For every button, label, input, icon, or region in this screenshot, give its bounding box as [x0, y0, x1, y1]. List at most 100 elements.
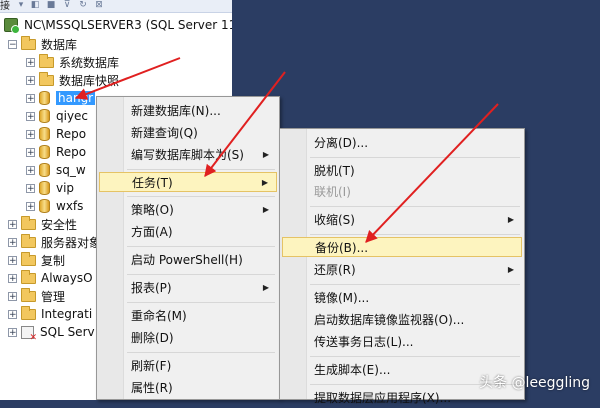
folder-icon — [21, 35, 36, 50]
expand-icon[interactable]: + — [26, 111, 35, 121]
menu-item-label: 报表(P) — [131, 281, 172, 295]
management-label: 管理 — [41, 289, 66, 304]
database-icon — [39, 163, 50, 177]
alwayson-label: AlwaysO — [41, 271, 93, 285]
tree-integration-node[interactable]: + Integrati — [8, 305, 92, 323]
menu-item-ship-logs[interactable]: 传送事务日志(L)... — [282, 332, 522, 352]
menu-item-new-query[interactable]: 新建查询(Q) — [99, 123, 277, 143]
expand-icon[interactable]: + — [8, 291, 17, 301]
database-icon — [39, 199, 50, 213]
menu-item-backup[interactable]: 备份(B)... — [282, 237, 522, 257]
stop-icon[interactable]: ■ — [46, 0, 56, 10]
connect-button[interactable]: 接 — [0, 0, 10, 12]
menu-item-label: 属性(R) — [131, 381, 173, 395]
menu-item-refresh[interactable]: 刷新(F) — [99, 356, 277, 376]
tree-security-node[interactable]: + 安全性 — [8, 215, 77, 233]
expand-icon[interactable]: + — [26, 57, 35, 67]
menu-item-label: 删除(D) — [131, 331, 174, 345]
menu-item-powershell[interactable]: 启动 PowerShell(H) — [99, 250, 277, 270]
expand-icon[interactable]: + — [8, 219, 17, 229]
snapshot-label: 数据库快照 — [59, 73, 120, 88]
menu-separator — [310, 206, 520, 207]
menu-item-label: 编写数据库脚本为(S) — [131, 148, 244, 162]
menu-item-delete[interactable]: 删除(D) — [99, 328, 277, 348]
tree-db-node[interactable]: + wxfs — [26, 197, 83, 215]
menu-item-label: 方面(A) — [131, 225, 173, 239]
submenu-arrow-icon: ▶ — [261, 178, 268, 187]
expand-icon[interactable]: + — [8, 237, 17, 247]
menu-item-label: 镜像(M)... — [314, 291, 370, 305]
expand-icon[interactable]: + — [8, 327, 17, 337]
tree-management-node[interactable]: + 管理 — [8, 287, 65, 305]
filter-icon[interactable]: ⊽ — [62, 0, 72, 10]
tree-server-objects-node[interactable]: + 服务器对象 — [8, 233, 101, 251]
folder-icon — [21, 233, 36, 248]
expand-icon[interactable]: + — [26, 183, 35, 193]
menu-item-rename[interactable]: 重命名(M) — [99, 306, 277, 326]
menu-item-label: 策略(O) — [131, 203, 174, 217]
tree-snapshot-node[interactable]: + 数据库快照 — [26, 71, 119, 89]
database-icon — [39, 127, 50, 141]
db-label: sq_w — [56, 163, 86, 177]
context-menu-database: 新建数据库(N)... 新建查询(Q) 编写数据库脚本为(S) ▶ 任务(T) … — [96, 96, 280, 400]
tree-db-node[interactable]: + hangr — [26, 89, 96, 107]
menu-item-label: 刷新(F) — [131, 359, 172, 373]
menu-item-label: 还原(R) — [314, 263, 356, 277]
menu-separator — [127, 196, 275, 197]
menu-item-label: 备份(B)... — [315, 241, 369, 255]
tree-databases-node[interactable]: − 数据库 — [8, 35, 77, 53]
tree-replication-node[interactable]: + 复制 — [8, 251, 65, 269]
menu-item-tasks[interactable]: 任务(T) ▶ — [99, 172, 277, 192]
menu-item-mirror-monitor[interactable]: 启动数据库镜像监视器(O)... — [282, 310, 522, 330]
expand-icon[interactable]: + — [26, 147, 35, 157]
expand-icon[interactable]: + — [26, 93, 35, 103]
tree-db-node[interactable]: + qiyec — [26, 107, 88, 125]
menu-item-mirror[interactable]: 镜像(M)... — [282, 288, 522, 308]
replication-label: 复制 — [41, 253, 66, 268]
expand-icon[interactable]: + — [8, 273, 17, 283]
sql-agent-icon — [21, 325, 37, 343]
tree-server-node[interactable]: NC\MSSQLSERVER3 (SQL Server 11 — [4, 16, 232, 34]
tree-system-db-node[interactable]: + 系统数据库 — [26, 53, 119, 71]
tree-db-node[interactable]: + Repo — [26, 125, 86, 143]
expand-icon[interactable]: + — [26, 75, 35, 85]
tree-db-node[interactable]: + Repo — [26, 143, 86, 161]
expand-icon[interactable]: + — [26, 201, 35, 211]
database-icon — [39, 145, 50, 159]
tree-sql-agent-node[interactable]: + SQL Serv — [8, 323, 95, 343]
collapse-icon[interactable]: ⊠ — [94, 0, 104, 10]
menu-separator — [127, 169, 275, 170]
tree-db-node[interactable]: + sq_w — [26, 161, 86, 179]
collapse-icon[interactable]: − — [8, 39, 17, 49]
folder-icon — [39, 71, 54, 86]
connect-dropdown-icon[interactable]: ▾ — [16, 0, 26, 10]
folder-icon — [21, 215, 36, 230]
menu-item-new-database[interactable]: 新建数据库(N)... — [99, 101, 277, 121]
expand-icon[interactable]: + — [26, 129, 35, 139]
menu-item-properties[interactable]: 属性(R) — [99, 378, 277, 398]
menu-separator — [310, 356, 520, 357]
expand-icon[interactable]: + — [26, 165, 35, 175]
refresh-icon[interactable]: ↻ — [78, 0, 88, 10]
databases-label: 数据库 — [41, 37, 78, 52]
db-label: Repo — [56, 127, 87, 141]
db-label: qiyec — [56, 109, 89, 123]
menu-item-facets[interactable]: 方面(A) — [99, 222, 277, 242]
watermark: 头条 @leeggling — [479, 375, 590, 391]
menu-item-label: 启动数据库镜像监视器(O)... — [314, 313, 465, 327]
folder-icon — [21, 305, 36, 320]
database-icon — [39, 109, 50, 123]
tree-db-node[interactable]: + vip — [26, 179, 74, 197]
menu-item-shrink[interactable]: 收缩(S) ▶ — [282, 210, 522, 230]
expand-icon[interactable]: + — [8, 255, 17, 265]
menu-item-detach[interactable]: 分离(D)... — [282, 133, 522, 153]
disconnect-icon[interactable]: ◧ — [30, 0, 40, 10]
menu-item-reports[interactable]: 报表(P) ▶ — [99, 278, 277, 298]
expand-icon[interactable]: + — [8, 309, 17, 319]
tree-alwayson-node[interactable]: + AlwaysO — [8, 269, 93, 287]
menu-item-script-database[interactable]: 编写数据库脚本为(S) ▶ — [99, 145, 277, 165]
menu-item-restore[interactable]: 还原(R) ▶ — [282, 260, 522, 280]
menu-separator — [310, 284, 520, 285]
menu-item-take-offline[interactable]: 脱机(T) — [282, 161, 522, 181]
menu-item-policies[interactable]: 策略(O) ▶ — [99, 200, 277, 220]
